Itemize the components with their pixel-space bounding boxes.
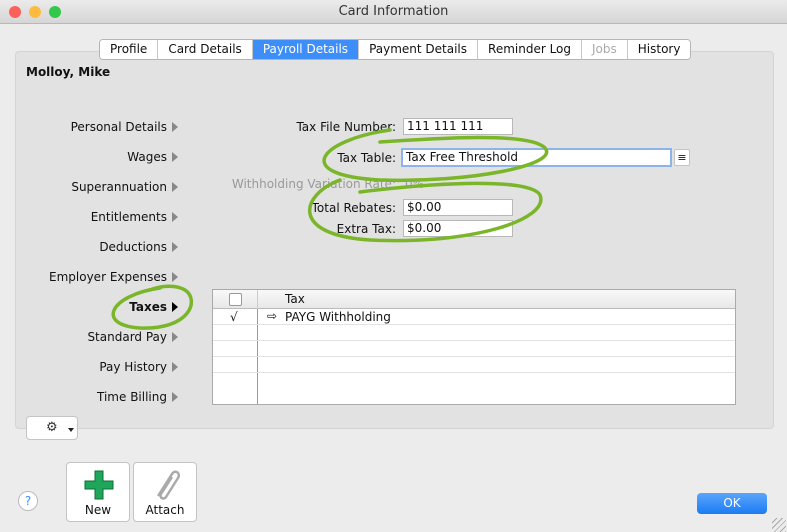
annotation-overlay	[111, 128, 549, 330]
chevron-down-icon	[68, 428, 74, 432]
annotation-circle-rebates	[307, 178, 543, 243]
ok-button[interactable]: OK	[697, 493, 767, 514]
paperclip-icon	[156, 470, 180, 500]
help-button[interactable]: ?	[18, 491, 38, 511]
new-label: New	[84, 503, 112, 517]
resize-handle[interactable]	[772, 518, 786, 532]
annotation-circle-taxes	[111, 284, 194, 330]
annotation-circle-tax-table	[322, 128, 549, 183]
gear-menu-button[interactable]: ⚙	[26, 416, 78, 440]
gear-icon: ⚙	[46, 420, 58, 435]
new-button[interactable]: New	[66, 462, 130, 522]
plus-icon	[84, 470, 114, 500]
attach-button[interactable]: Attach	[133, 462, 197, 522]
attach-label: Attach	[145, 503, 185, 517]
